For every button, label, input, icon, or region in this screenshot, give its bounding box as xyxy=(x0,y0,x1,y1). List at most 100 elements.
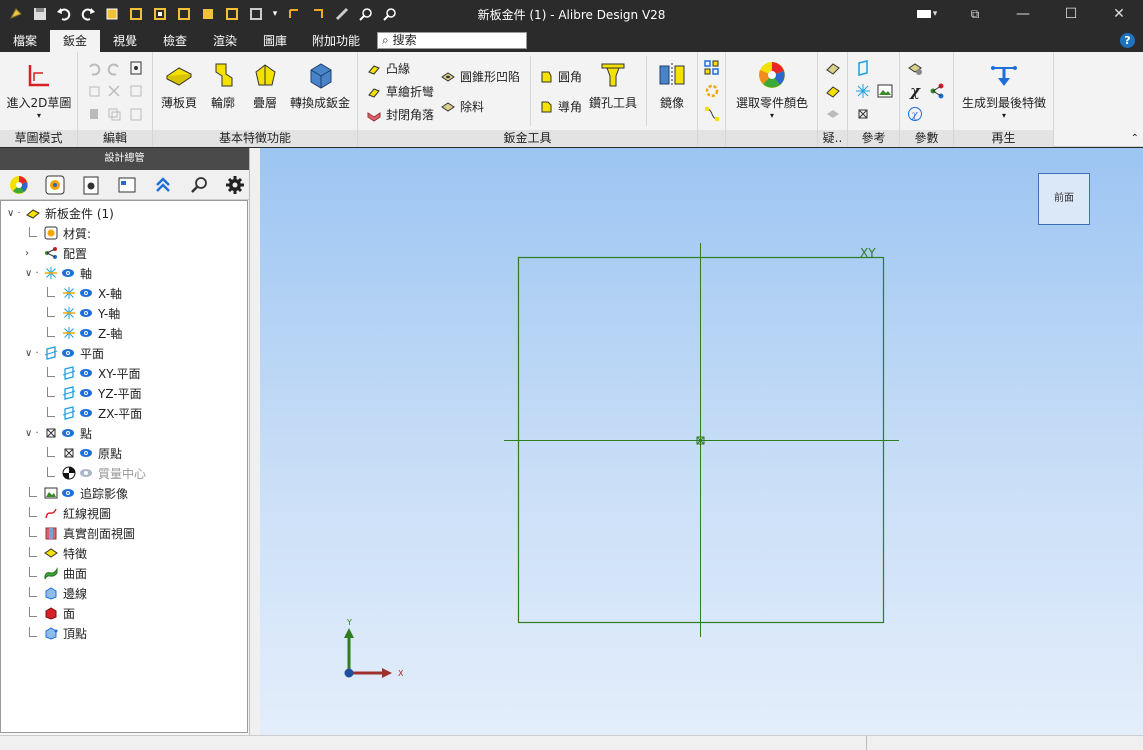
tree-item[interactable]: › 配置 xyxy=(25,243,87,263)
redo-icon[interactable] xyxy=(106,60,122,76)
tree-item[interactable]: 紅線視圖 xyxy=(25,503,111,523)
pick-part-color-button[interactable]: 選取零件顏色 ▾ xyxy=(730,60,814,120)
tree-item[interactable]: 曲面 xyxy=(25,563,87,583)
cut-icon[interactable] xyxy=(86,106,102,122)
scale-icon[interactable] xyxy=(128,83,144,99)
paste-icon[interactable] xyxy=(128,106,144,122)
panel-splitter[interactable] xyxy=(250,148,260,735)
visibility-eye-icon[interactable] xyxy=(79,468,93,478)
visibility-eye-icon[interactable] xyxy=(79,328,93,338)
chevron-down-icon[interactable]: ∨ · xyxy=(25,348,41,359)
visibility-eye-icon[interactable] xyxy=(61,428,75,438)
layers-icon[interactable] xyxy=(825,106,841,122)
hole-tool-button[interactable]: 鑽孔工具 xyxy=(586,60,640,111)
chevron-down-icon[interactable]: ∨ · xyxy=(7,208,23,219)
properties-icon[interactable] xyxy=(80,174,102,196)
mirror-button[interactable]: 鏡像 xyxy=(652,60,692,111)
visibility-eye-icon[interactable] xyxy=(79,388,93,398)
tree-item[interactable]: ∨ · 軸 xyxy=(25,263,92,283)
table-icon[interactable] xyxy=(116,174,138,196)
tab-render[interactable]: 渲染 xyxy=(200,30,250,52)
visibility-eye-icon[interactable] xyxy=(79,448,93,458)
flat-pattern-icon[interactable] xyxy=(825,60,841,76)
3d-viewport[interactable]: XY Y X 前面 xyxy=(260,148,1143,735)
visibility-eye-icon[interactable] xyxy=(61,268,75,278)
contour-button[interactable]: 輪廓 xyxy=(203,60,243,111)
configuration-icon[interactable] xyxy=(929,83,945,99)
visibility-eye-icon[interactable] xyxy=(79,408,93,418)
tab-inspect[interactable]: 檢查 xyxy=(150,30,200,52)
conical-dimple-button[interactable]: 圓錐形凹陷 xyxy=(440,68,520,85)
visibility-eye-icon[interactable] xyxy=(79,308,93,318)
tree-item[interactable]: 特徵 xyxy=(25,543,87,563)
equation-editor-icon[interactable] xyxy=(907,60,923,76)
copy-icon[interactable] xyxy=(86,83,102,99)
tree-item[interactable]: ∨ · 點 xyxy=(25,423,92,443)
tree-item[interactable]: XY-平面 xyxy=(43,363,140,383)
reference-point-icon[interactable] xyxy=(855,106,871,122)
unfold-icon[interactable] xyxy=(825,83,841,99)
tree-item[interactable]: 面 xyxy=(25,603,75,623)
search-icon[interactable] xyxy=(188,174,210,196)
global-parameter-icon[interactable]: χ xyxy=(907,106,923,122)
fillet-button[interactable]: 圓角 xyxy=(538,68,582,85)
visibility-eye-icon[interactable] xyxy=(61,488,75,498)
trace-image-icon[interactable] xyxy=(877,83,893,99)
chevron-down-icon[interactable]: ∨ · xyxy=(25,268,41,279)
tree-item[interactable]: ∨ · 平面 xyxy=(25,343,104,363)
chevron-down-icon[interactable]: ∨ · xyxy=(25,428,41,439)
theme-selector[interactable]: ▾ xyxy=(903,0,951,28)
tree-item[interactable]: 追踪影像 xyxy=(25,483,128,503)
tree-item[interactable]: ZX-平面 xyxy=(43,403,142,423)
tree-item[interactable]: Z-軸 xyxy=(43,323,122,343)
close-button[interactable]: ✕ xyxy=(1095,0,1143,28)
close-corner-button[interactable]: 封閉角落 xyxy=(366,106,434,123)
sheet-button[interactable]: 薄板頁 xyxy=(159,60,199,111)
collapse-ribbon-icon[interactable]: ⌃ xyxy=(1131,133,1139,144)
color-wheel-icon[interactable] xyxy=(8,174,30,196)
properties-icon[interactable] xyxy=(128,60,144,76)
flange-button[interactable]: 凸緣 xyxy=(366,60,410,77)
tree-item[interactable]: 質量中心 xyxy=(43,463,146,483)
maximize-button[interactable]: ☐ xyxy=(1047,0,1095,28)
search-input[interactable]: ⌕ 搜索 xyxy=(377,32,527,49)
minimize-button[interactable]: — xyxy=(999,0,1047,28)
reference-axis-icon[interactable] xyxy=(855,83,871,99)
collapse-all-icon[interactable] xyxy=(152,174,174,196)
enter-2d-sketch-button[interactable]: 進入2D草圖 ▾ xyxy=(6,60,72,120)
tree-item[interactable]: 真實剖面視圖 xyxy=(25,523,135,543)
tab-library[interactable]: 圖庫 xyxy=(250,30,300,52)
tree-item[interactable]: ∨ · 新板金件 (1) xyxy=(7,203,114,223)
reference-plane-icon[interactable] xyxy=(855,60,871,76)
visibility-eye-icon[interactable] xyxy=(61,348,75,358)
delete-icon[interactable] xyxy=(106,83,122,99)
tab-visual[interactable]: 視覺 xyxy=(100,30,150,52)
cut-button[interactable]: 除料 xyxy=(440,98,484,115)
tree-item[interactable]: 原點 xyxy=(43,443,122,463)
tree-item[interactable]: X-軸 xyxy=(43,283,122,303)
curve-pattern-icon[interactable] xyxy=(704,106,720,122)
pattern-icon[interactable] xyxy=(704,60,720,76)
parameter-icon[interactable]: χ xyxy=(907,82,923,100)
tree-item[interactable]: Y-軸 xyxy=(43,303,120,323)
visibility-eye-icon[interactable] xyxy=(79,368,93,378)
tree-item[interactable]: 材質: xyxy=(25,223,91,243)
regen-to-last-feature-button[interactable]: 生成到最後特徵 ▾ xyxy=(958,60,1050,120)
sketched-bend-button[interactable]: 草繪折彎 xyxy=(366,83,434,100)
tab-file[interactable]: 檔案 xyxy=(0,30,50,52)
view-cube[interactable]: 前面 xyxy=(1038,173,1090,225)
tree-item[interactable]: 邊線 xyxy=(25,583,87,603)
loft-button[interactable]: 疊層 xyxy=(245,60,285,111)
material-icon[interactable] xyxy=(44,174,66,196)
chamfer-button[interactable]: 導角 xyxy=(538,98,582,115)
convert-to-sheetmetal-button[interactable]: 轉換成鈑金 xyxy=(287,60,353,111)
duplicate-icon[interactable] xyxy=(106,106,122,122)
help-icon[interactable]: ? xyxy=(1120,33,1135,48)
tab-addons[interactable]: 附加功能 xyxy=(300,30,372,52)
tree-item[interactable]: YZ-平面 xyxy=(43,383,142,403)
gear-icon[interactable] xyxy=(224,174,246,196)
tree-item[interactable]: 頂點 xyxy=(25,623,87,643)
circular-pattern-icon[interactable] xyxy=(704,83,720,99)
tab-sheetmetal[interactable]: 鈑金 xyxy=(50,30,100,52)
restore-layout-icon[interactable]: ⧉ xyxy=(951,0,999,28)
